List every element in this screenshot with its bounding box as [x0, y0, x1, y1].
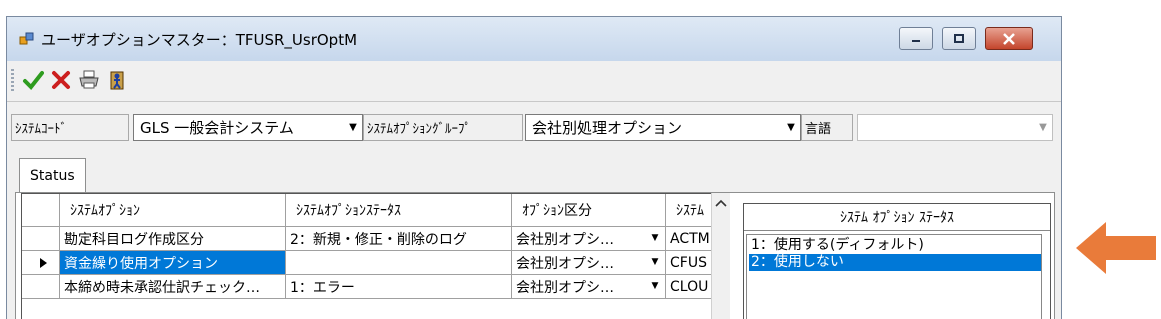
chevron-up-icon[interactable] — [712, 193, 730, 213]
table-cell-option[interactable]: 資金繰り使用オプション — [60, 251, 286, 275]
chevron-down-icon[interactable]: ▼ — [645, 275, 665, 297]
grid-vertical-scrollbar[interactable] — [711, 193, 730, 319]
annotation-arrow-icon — [1076, 220, 1156, 276]
minimize-button[interactable] — [899, 27, 933, 50]
title-bar: ユーザオプションマスター：TFUSR_UsrOptM — [7, 17, 1061, 61]
row-header[interactable] — [22, 251, 60, 275]
toolbar-separator — [7, 101, 1061, 102]
tab-status[interactable]: Status — [19, 158, 86, 193]
cancel-button[interactable] — [49, 67, 73, 93]
print-button[interactable] — [77, 67, 101, 93]
column-header-category[interactable]: ｵﾌﾟｼｮﾝ区分 — [512, 194, 666, 227]
system-code-label: ｼｽﾃﾑｺｰﾄﾞ — [11, 114, 129, 141]
status-panel: ｼｽﾃﾑ ｵﾌﾟｼｮﾝ ｽﾃｰﾀｽ 1：使用する(ディフォルト) 2：使用しない — [743, 203, 1051, 319]
category-value: 会社別オプシ… — [516, 231, 614, 248]
table-cell-status[interactable] — [286, 251, 512, 275]
exit-door-icon — [110, 71, 124, 90]
table-cell-category[interactable]: 会社別オプシ… ▼ — [512, 251, 666, 275]
current-row-icon — [39, 257, 47, 268]
option-group-combo[interactable]: 会社別処理オプション ▼ — [525, 114, 801, 141]
row-header[interactable] — [22, 227, 60, 251]
system-code-combo[interactable]: GLS 一般会計システム ▼ — [133, 114, 363, 141]
status-panel-header: ｼｽﾃﾑ ｵﾌﾟｼｮﾝ ｽﾃｰﾀｽ — [744, 204, 1050, 231]
list-item[interactable]: 2：使用しない — [749, 254, 1041, 271]
close-icon — [1003, 32, 1015, 45]
maximize-icon — [954, 33, 964, 43]
ok-button[interactable] — [21, 67, 45, 93]
chevron-down-icon[interactable]: ▼ — [344, 115, 362, 140]
column-header-status[interactable]: ｼｽﾃﾑｵﾌﾟｼｮﾝｽﾃｰﾀｽ — [286, 194, 512, 227]
chevron-down-icon[interactable]: ▼ — [645, 251, 665, 273]
category-value: 会社別オプシ… — [516, 279, 614, 296]
exit-button[interactable] — [105, 67, 129, 93]
chevron-down-icon[interactable]: ▼ — [782, 115, 800, 140]
table-cell-option[interactable]: 勘定科目ログ作成区分 — [60, 227, 286, 251]
toolbar — [7, 61, 1061, 101]
system-code-value: GLS 一般会計システム — [140, 119, 294, 137]
options-grid: ｼｽﾃﾑｵﾌﾟｼｮﾝ ｼｽﾃﾑｵﾌﾟｼｮﾝｽﾃｰﾀｽ ｵﾌﾟｼｮﾝ区分 ｼｽﾃﾑ… — [21, 193, 729, 319]
app-icon — [19, 31, 35, 47]
chevron-down-icon[interactable]: ▼ — [645, 227, 665, 249]
language-combo[interactable]: ▼ — [857, 114, 1053, 141]
table-cell-category[interactable]: 会社別オプシ… ▼ — [512, 227, 666, 251]
maximize-button[interactable] — [942, 27, 976, 50]
chevron-down-icon[interactable]: ▼ — [1034, 115, 1052, 140]
row-header-corner-cell — [22, 194, 60, 227]
table-cell-status[interactable]: 2：新規・修正・削除のログ — [286, 227, 512, 251]
printer-icon — [79, 70, 99, 89]
row-header[interactable] — [22, 275, 60, 299]
option-group-label: ｼｽﾃﾑｵﾌﾟｼｮﾝｸﾞﾙｰﾌﾟ — [363, 114, 523, 141]
close-button[interactable] — [985, 27, 1033, 50]
table-cell-status[interactable]: 1：エラー — [286, 275, 512, 299]
window-title: ユーザオプションマスター：TFUSR_UsrOptM — [41, 31, 358, 49]
option-group-value: 会社別処理オプション — [532, 119, 683, 137]
category-value: 会社別オプシ… — [516, 255, 614, 272]
list-item[interactable]: 1：使用する(ディフォルト) — [749, 237, 1041, 254]
toolbar-grip[interactable] — [11, 69, 14, 91]
minimize-icon — [912, 39, 920, 42]
check-icon — [23, 71, 44, 91]
table-cell-option[interactable]: 本締め時未承認仕訳チェック… — [60, 275, 286, 299]
x-icon — [52, 71, 70, 89]
main-window: ユーザオプションマスター：TFUSR_UsrOptM ｼｽﾃﾑｺｰﾄﾞ GLS … — [6, 16, 1062, 319]
table-cell-category[interactable]: 会社別オプシ… ▼ — [512, 275, 666, 299]
status-list[interactable]: 1：使用する(ディフォルト) 2：使用しない — [746, 234, 1042, 319]
language-label: 言語 — [801, 114, 853, 141]
column-header-option[interactable]: ｼｽﾃﾑｵﾌﾟｼｮﾝ — [60, 194, 286, 227]
